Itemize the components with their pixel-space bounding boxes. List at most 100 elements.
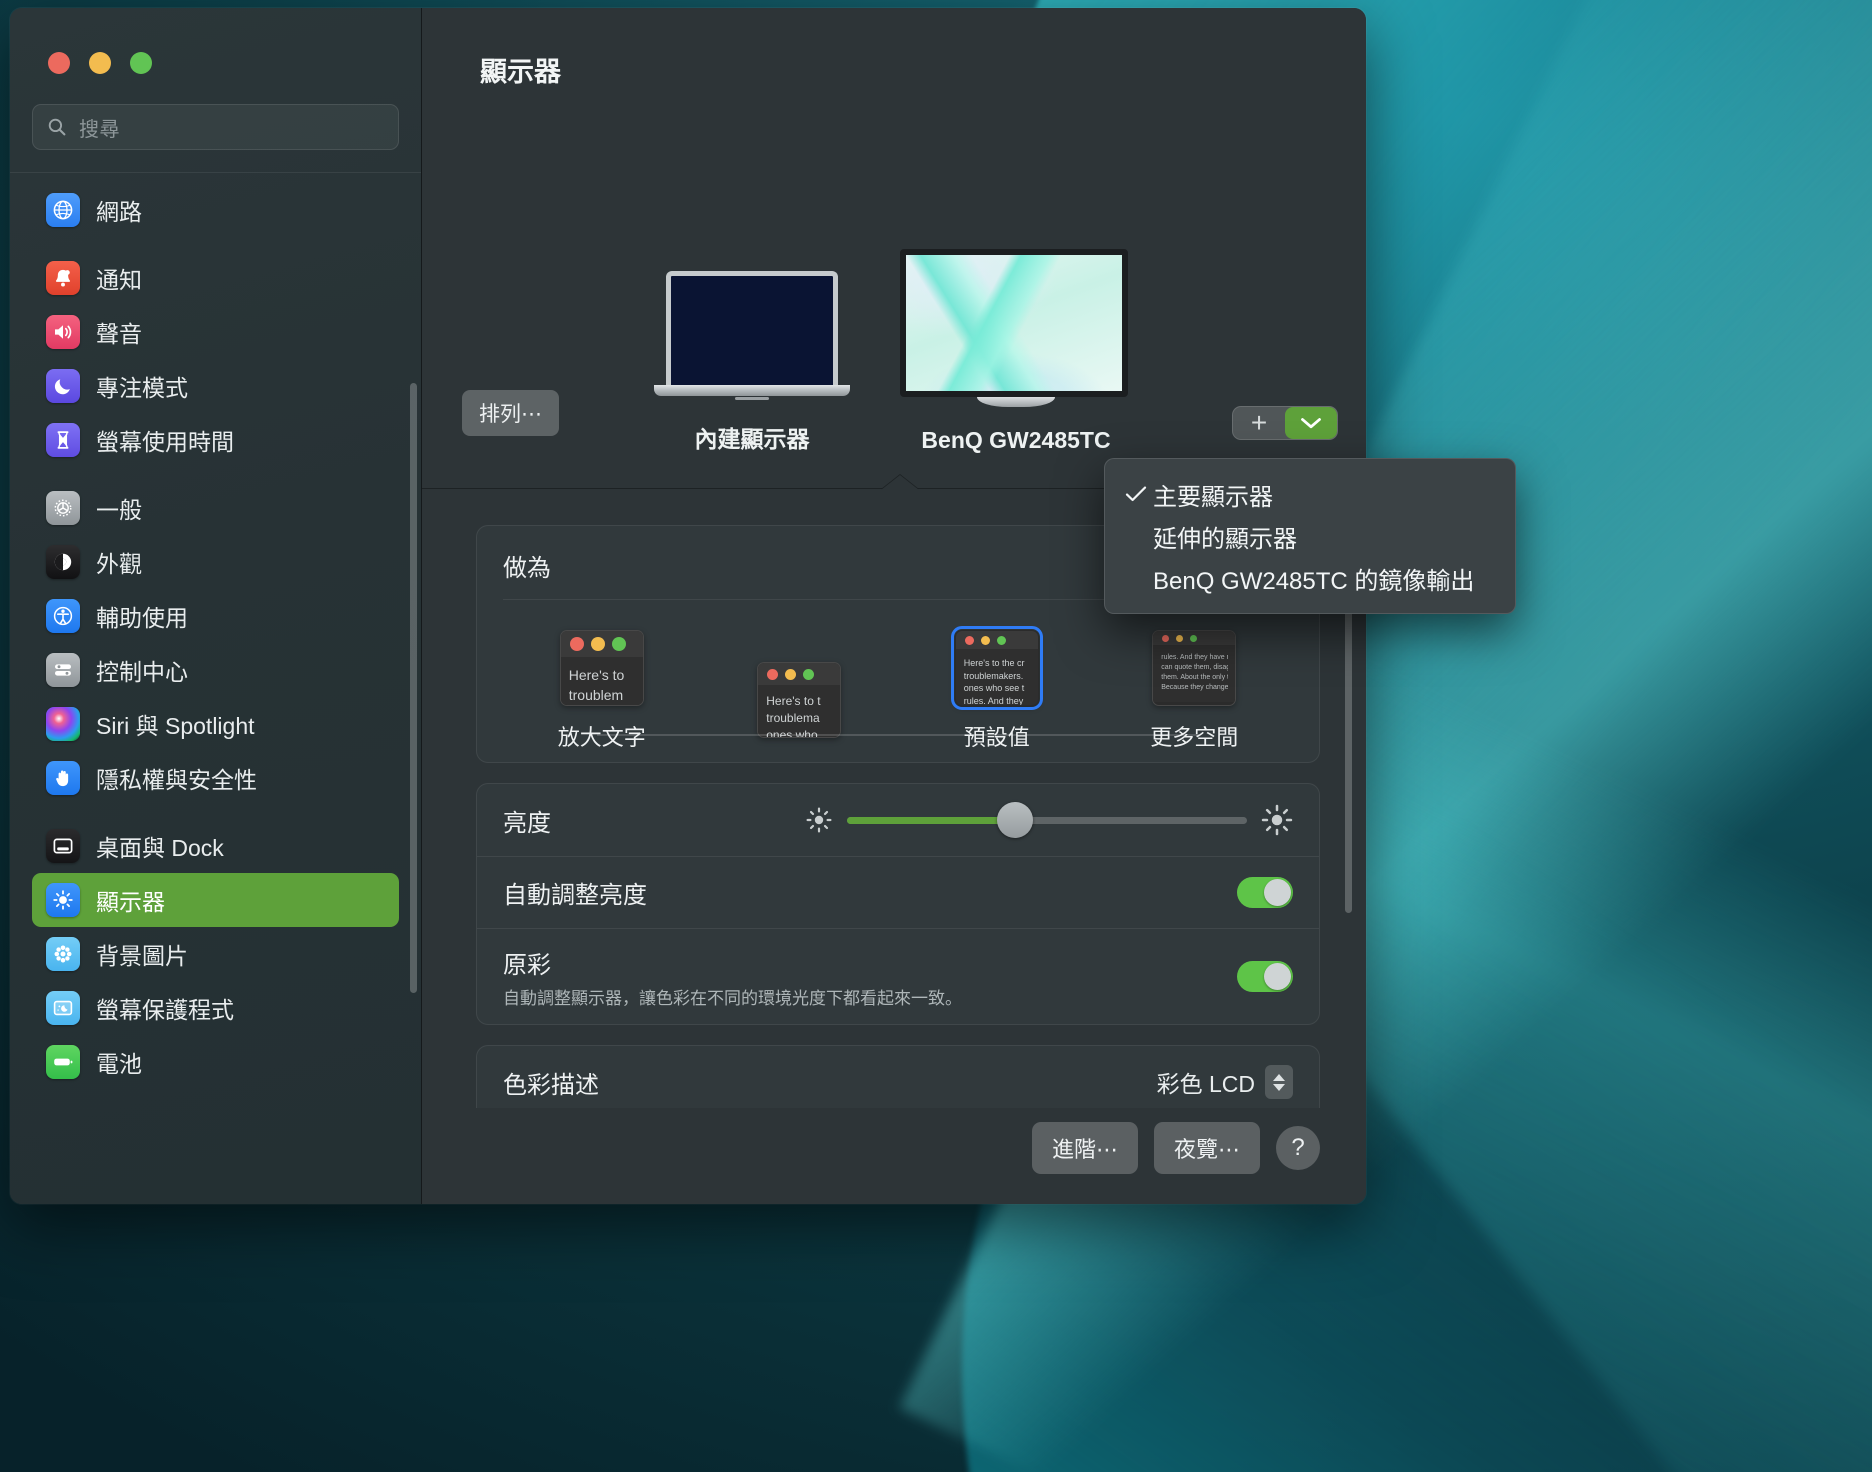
sidebar-item-displays[interactable]: 顯示器 [32, 873, 399, 927]
nav-group-network: 網路 [32, 183, 399, 251]
display-tile-external[interactable]: BenQ GW2485TC [891, 249, 1141, 454]
search-placeholder: 搜尋 [79, 118, 120, 141]
menu-item-label: 延伸的顯示器 [1153, 525, 1297, 553]
sidebar-item-sound[interactable]: 聲音 [32, 305, 399, 359]
gear-icon [46, 491, 80, 525]
hourglass-icon [46, 423, 80, 457]
sidebar-item-battery[interactable]: 電池 [32, 1035, 399, 1089]
sidebar-item-wallpaper[interactable]: 背景圖片 [32, 927, 399, 981]
menu-item-label: BenQ GW2485TC 的鏡像輸出 [1153, 567, 1475, 595]
globe-icon [46, 193, 80, 227]
sidebar-item-label: 螢幕使用時間 [96, 429, 234, 455]
scale-preview: Here's to t troublema ones who [757, 662, 842, 738]
desktop-dock-icon [46, 829, 80, 863]
screensaver-icon [46, 991, 80, 1025]
sidebar-item-label: Siri 與 Spotlight [96, 713, 255, 739]
sidebar-item-label: 網路 [96, 199, 142, 225]
nav-group-alerts: 通知 聲音 專注模式 螢幕使用時間 [32, 251, 399, 481]
menu-item-extended-display[interactable]: 延伸的顯示器 [1105, 515, 1515, 557]
window-traffic-lights [10, 8, 421, 74]
search-icon [48, 118, 66, 136]
sidebar-item-label: 聲音 [96, 321, 142, 347]
sidebar-item-label: 通知 [96, 267, 142, 293]
accessibility-icon [46, 599, 80, 633]
laptop-thumbnail [654, 271, 850, 400]
sidebar-item-label: 螢幕保護程式 [96, 997, 234, 1023]
brightness-high-icon [1261, 804, 1293, 836]
scale-slider-track[interactable] [597, 734, 1199, 736]
color-profile-value: 彩色 LCD [1156, 1071, 1255, 1097]
menu-item-label: 主要顯示器 [1153, 483, 1273, 511]
sidebar-item-label: 顯示器 [96, 889, 165, 915]
night-shift-button[interactable]: 夜覽⋯ [1153, 1122, 1260, 1174]
footer-buttons: 進階⋯ 夜覽⋯ ? [422, 1108, 1366, 1204]
sidebar-item-accessibility[interactable]: 輔助使用 [32, 589, 399, 643]
close-button[interactable] [48, 52, 70, 74]
sidebar-item-screen-time[interactable]: 螢幕使用時間 [32, 413, 399, 467]
color-profile-stepper[interactable] [1265, 1065, 1293, 1099]
advanced-button[interactable]: 進階⋯ [1031, 1122, 1138, 1174]
sidebar-item-general[interactable]: 一般 [32, 481, 399, 535]
true-tone-toggle[interactable] [1237, 961, 1293, 992]
auto-brightness-row: 自動調整亮度 [477, 856, 1319, 928]
sidebar-item-desktop-dock[interactable]: 桌面與 Dock [32, 819, 399, 873]
zoom-button[interactable] [130, 52, 152, 74]
moon-icon [46, 369, 80, 403]
brightness-label: 亮度 [503, 809, 551, 837]
sidebar-item-privacy-security[interactable]: 隱私權與安全性 [32, 751, 399, 805]
sidebar-nav: 網路 通知 聲音 專注模式 螢幕使用時間 一般 外觀 輔助使用 控制中心 Sir… [10, 173, 421, 1204]
scale-preview: rules. And they have no can quote them, d… [1152, 630, 1237, 706]
sidebar-scrollbar[interactable] [410, 383, 417, 993]
menu-item-primary-display[interactable]: 主要顯示器 [1105, 473, 1515, 515]
nav-group-system: 一般 外觀 輔助使用 控制中心 Siri 與 Spotlight 隱私權與安全性 [32, 481, 399, 819]
sidebar-item-control-center[interactable]: 控制中心 [32, 643, 399, 697]
scale-option-label: 預設值 [963, 725, 1030, 750]
menu-item-mirror-display[interactable]: BenQ GW2485TC 的鏡像輸出 [1105, 557, 1515, 599]
sidebar-item-label: 背景圖片 [96, 943, 188, 969]
display-icon [46, 883, 80, 917]
hand-icon [46, 761, 80, 795]
chevron-down-icon[interactable] [1285, 407, 1337, 439]
add-display-button[interactable]: + [1233, 407, 1285, 439]
sidebar-item-appearance[interactable]: 外觀 [32, 535, 399, 589]
sidebar: 搜尋 網路 通知 聲音 專注模式 螢幕使用時間 一般 外觀 輔助使用 控制中心 … [10, 8, 422, 1204]
sidebar-item-notifications[interactable]: 通知 [32, 251, 399, 305]
true-tone-description: 自動調整顯示器，讓色彩在不同的環境光度下都看起來一致。 [503, 988, 962, 1008]
checkmark-icon [1119, 485, 1153, 503]
help-button[interactable]: ? [1276, 1126, 1320, 1170]
true-tone-label: 原彩 [503, 951, 551, 979]
scale-preview: Here's to troublem [559, 630, 644, 706]
sidebar-item-label: 外觀 [96, 551, 142, 577]
display-mode-menu: 主要顯示器 延伸的顯示器 BenQ GW2485TC 的鏡像輸出 [1104, 458, 1516, 614]
page-title: 顯示器 [480, 57, 561, 87]
monitor-thumbnail [900, 249, 1132, 407]
sidebar-item-screensaver[interactable]: 螢幕保護程式 [32, 981, 399, 1035]
battery-icon [46, 1045, 80, 1079]
display-name: BenQ GW2485TC [921, 427, 1111, 453]
nav-group-desktop: 桌面與 Dock 顯示器 背景圖片 螢幕保護程式 電池 [32, 819, 399, 1103]
auto-brightness-label: 自動調整亮度 [503, 882, 647, 909]
main-header: 顯示器 [422, 8, 1366, 89]
sidebar-item-siri-spotlight[interactable]: Siri 與 Spotlight [32, 697, 399, 751]
brightness-slider[interactable] [847, 802, 1247, 838]
scale-options: Here's to troublem 放大文字 Here's to t troubl… [477, 600, 1319, 774]
search-input[interactable]: 搜尋 [32, 104, 399, 150]
arrange-button[interactable]: 排列⋯ [462, 390, 559, 436]
sidebar-item-focus[interactable]: 專注模式 [32, 359, 399, 413]
auto-brightness-toggle[interactable] [1237, 877, 1293, 908]
brightness-card: 亮度 自動調整亮度 原彩 自動調整顯示器，讓色彩在不同的環境光度下都看起來一致。 [476, 783, 1320, 1025]
sidebar-item-label: 一般 [96, 497, 142, 523]
true-tone-row: 原彩 自動調整顯示器，讓色彩在不同的環境光度下都看起來一致。 [477, 928, 1319, 1024]
display-picker: 內建顯示器 BenQ GW2485TC 排列⋯ + [422, 89, 1366, 490]
display-tile-builtin[interactable]: 內建顯示器 [647, 271, 857, 454]
sidebar-item-network[interactable]: 網路 [32, 183, 399, 237]
scale-option-label: 放大文字 [557, 725, 646, 750]
brightness-slider-knob[interactable] [997, 802, 1033, 838]
speaker-icon [46, 315, 80, 349]
sidebar-item-label: 電池 [96, 1051, 142, 1077]
scale-preview: Here's to the cr troublemakers. ones who s… [950, 626, 1043, 710]
minimize-button[interactable] [89, 52, 111, 74]
sidebar-item-label: 專注模式 [96, 375, 188, 401]
scale-option-2[interactable]: Here's to t troublema ones who [719, 662, 879, 752]
desktop-background: 搜尋 網路 通知 聲音 專注模式 螢幕使用時間 一般 外觀 輔助使用 控制中心 … [0, 0, 1872, 1472]
